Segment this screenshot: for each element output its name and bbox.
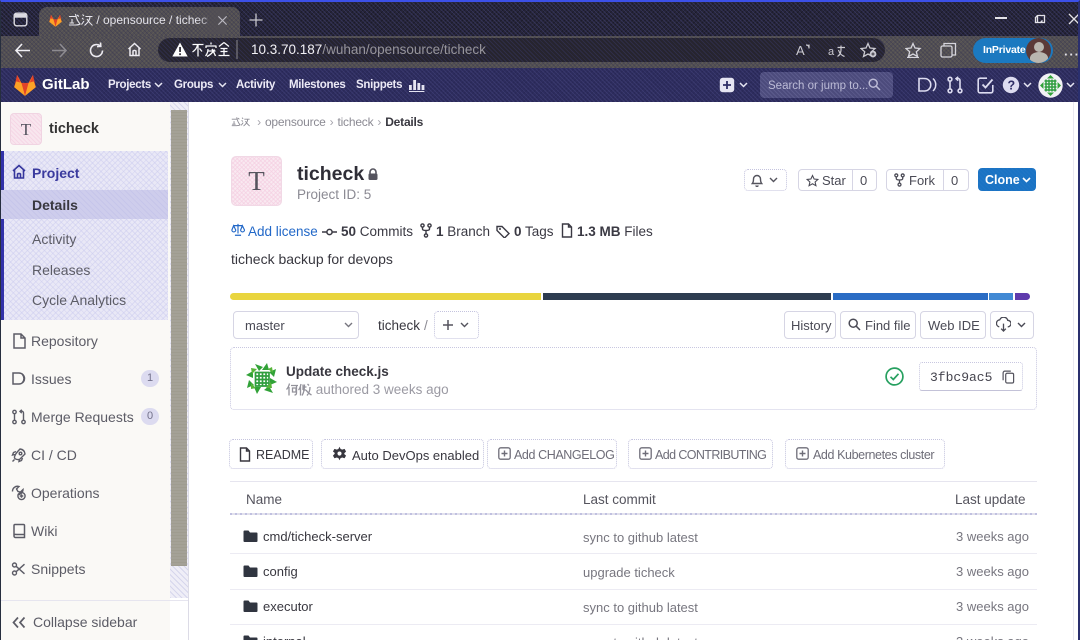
svg-text:?: ? bbox=[1008, 79, 1016, 93]
svg-text:a: a bbox=[828, 46, 835, 58]
svg-text:A: A bbox=[796, 43, 805, 58]
